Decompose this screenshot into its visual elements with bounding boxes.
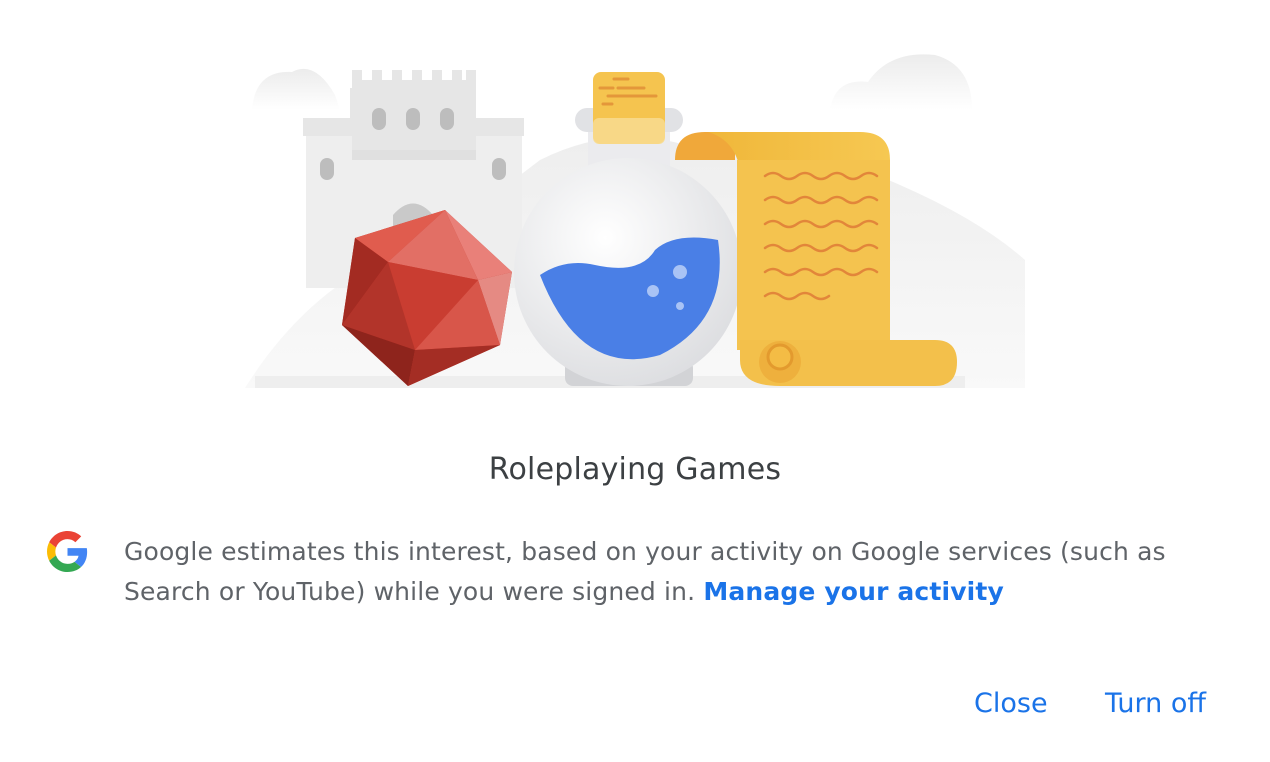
description-text: Google estimates this interest, based on… [124,537,1166,606]
potion-flask-illustration [514,72,742,386]
interest-description: Google estimates this interest, based on… [124,532,1214,612]
cloud-left [252,68,340,110]
manage-activity-link[interactable]: Manage your activity [703,577,1004,606]
interest-dialog: Roleplaying Games Google estimates this … [0,0,1270,762]
cloud-right [830,54,972,110]
hero-illustration [245,54,1025,388]
close-button[interactable]: Close [974,688,1048,719]
dialog-title: Roleplaying Games [488,452,782,487]
google-g-icon [47,531,88,572]
turn-off-button[interactable]: Turn off [1105,688,1206,719]
